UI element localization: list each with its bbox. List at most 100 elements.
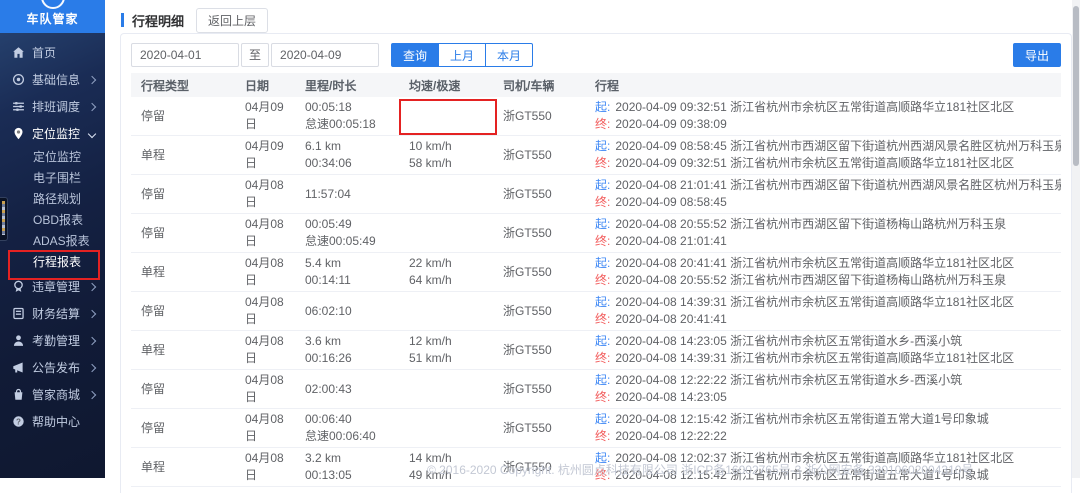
column-header: 里程/时长 (295, 73, 399, 97)
trip-type-cell: 停留 (131, 370, 235, 409)
speed-cell (399, 214, 493, 253)
driver-vehicle-cell: 浙GT550 (493, 331, 585, 370)
chevron-right-icon (88, 309, 96, 317)
copyright-footer: © 2016-2020 Copyright. 杭州圆点科技有限公司 浙ICP备1… (427, 461, 973, 478)
end-address: 2020-04-09 09:38:09 (615, 117, 726, 131)
column-header: 行程 (585, 73, 1061, 97)
sidebar-item-location-monitor[interactable]: 定位监控 (0, 120, 105, 147)
end-address: 2020-04-08 20:41:41 (615, 312, 726, 326)
driver-vehicle-cell: 浙GT550 (493, 136, 585, 175)
scrollbar-thumb[interactable] (1073, 6, 1079, 166)
sidebar-subitem-geo-fence[interactable]: 电子围栏 (0, 168, 105, 189)
date-from-input[interactable] (131, 43, 239, 67)
violation-icon (12, 280, 25, 293)
trip-route-cell: 起:2020-04-08 21:01:41 浙江省杭州市西湖区留下街道杭州西湖风… (585, 175, 1061, 214)
mileage-duration-cell: 02:00:43 (295, 370, 399, 409)
chevron-right-icon (88, 336, 96, 344)
start-label: 起: (595, 256, 610, 270)
sidebar-subitem-route-planning[interactable]: 路径规划 (0, 189, 105, 210)
end-label: 终: (595, 351, 610, 365)
trip-table: 行程类型日期里程/时长均速/极速司机/车辆行程 停留 04月09日 00:05:… (131, 73, 1061, 487)
date-to-input[interactable] (271, 43, 379, 67)
end-label: 终: (595, 273, 610, 287)
chevron-right-icon (88, 363, 96, 371)
end-address: 2020-04-09 09:32:51 浙江省杭州市余杭区五常街道高顺路华立18… (615, 156, 1014, 170)
sidebar-item-finance-settle[interactable]: 财务结算 (0, 300, 105, 327)
title-accent-bar (121, 13, 124, 27)
mileage-duration-cell: 00:05:49怠速00:05:49 (295, 214, 399, 253)
sidebar-item-mall[interactable]: 管家商城 (0, 381, 105, 408)
table-row: 停留 04月09日 00:05:18怠速00:05:18 浙GT550 起:20… (131, 97, 1061, 136)
sidebar-item-label: 管家商城 (32, 386, 89, 403)
sidebar-item-label: 首页 (32, 44, 95, 61)
filter-row: 至 查询 上月 本月 导出 (131, 43, 1061, 67)
speed-cell (399, 409, 493, 448)
sidebar-menu: 首页基础信息排班调度定位监控定位监控电子围栏路径规划OBD报表ADAS报表行程报… (0, 33, 105, 435)
sidebar-subitem-obd-report[interactable]: OBD报表 (0, 210, 105, 231)
chevron-right-icon (88, 75, 96, 83)
trip-type-cell: 停留 (131, 97, 235, 136)
trip-date-cell: 04月08日 (235, 370, 295, 409)
query-button[interactable]: 查询 (391, 43, 439, 67)
sidebar-item-scheduling[interactable]: 排班调度 (0, 93, 105, 120)
sidebar-item-label: 公告发布 (32, 359, 89, 376)
mileage-duration-cell: 06:02:10 (295, 292, 399, 331)
sidebar-subitem-adas-report[interactable]: ADAS报表 (0, 231, 105, 252)
this-month-button[interactable]: 本月 (486, 43, 533, 67)
start-address: 2020-04-08 12:22:22 浙江省杭州市余杭区五常街道水乡-西溪小筑 (615, 373, 962, 387)
mileage-duration-cell: 3.6 km00:16:26 (295, 331, 399, 370)
sidebar-item-home[interactable]: 首页 (0, 39, 105, 66)
svg-text:?: ? (16, 417, 21, 426)
trip-type-cell: 单程 (131, 448, 235, 487)
vertical-scrollbar[interactable] (1072, 0, 1080, 478)
sidebar-item-announcement[interactable]: 公告发布 (0, 354, 105, 381)
sidebar-item-violation-mgmt[interactable]: 违章管理 (0, 273, 105, 300)
help-icon: ? (12, 415, 25, 428)
trip-panel: 至 查询 上月 本月 导出 行程类型日期里程/时长均速/极速司机/车辆行程 停留… (120, 33, 1072, 493)
trip-date-cell: 04月08日 (235, 331, 295, 370)
end-label: 终: (595, 429, 610, 443)
trip-date-cell: 04月08日 (235, 214, 295, 253)
app-name: 车队管家 (0, 10, 105, 27)
start-address: 2020-04-08 20:41:41 浙江省杭州市余杭区五常街道高顺路华立18… (615, 256, 1014, 270)
back-button[interactable]: 返回上层 (196, 8, 268, 33)
table-row: 停留 04月08日 00:06:40怠速00:06:40 浙GT550 起:20… (131, 409, 1061, 448)
trip-route-cell: 起:2020-04-08 14:23:05 浙江省杭州市余杭区五常街道水乡-西溪… (585, 331, 1061, 370)
table-row: 单程 04月08日 3.6 km00:16:26 12 km/h51 km/h … (131, 331, 1061, 370)
sidebar-item-help-center[interactable]: ?帮助中心 (0, 408, 105, 435)
logo-icon (41, 0, 65, 9)
chevron-right-icon (88, 390, 96, 398)
start-label: 起: (595, 178, 610, 192)
mileage-duration-cell: 3.2 km00:13:05 (295, 448, 399, 487)
table-row: 停留 04月08日 06:02:10 浙GT550 起:2020-04-08 1… (131, 292, 1061, 331)
location-icon (12, 127, 25, 140)
speed-cell (399, 97, 493, 136)
speed-cell (399, 370, 493, 409)
trip-route-cell: 起:2020-04-08 20:55:52 浙江省杭州市西湖区留下街道杨梅山路杭… (585, 214, 1061, 253)
mall-icon (12, 388, 25, 401)
trip-type-cell: 停留 (131, 214, 235, 253)
mileage-duration-cell: 5.4 km00:14:11 (295, 253, 399, 292)
page-title: 行程明细 (132, 11, 184, 30)
sidebar-subitem-location-monitor-sub[interactable]: 定位监控 (0, 147, 105, 168)
driver-vehicle-cell: 浙GT550 (493, 292, 585, 331)
export-button[interactable]: 导出 (1013, 43, 1061, 67)
table-row: 停留 04月08日 00:05:49怠速00:05:49 浙GT550 起:20… (131, 214, 1061, 253)
schedule-icon (12, 100, 25, 113)
attendance-icon (12, 334, 25, 347)
end-label: 终: (595, 234, 610, 248)
mileage-duration-cell: 00:06:40怠速00:06:40 (295, 409, 399, 448)
last-month-button[interactable]: 上月 (439, 43, 486, 67)
trip-type-cell: 单程 (131, 253, 235, 292)
chevron-down-icon (88, 129, 96, 137)
trip-type-cell: 单程 (131, 136, 235, 175)
feedback-side-tab[interactable] (0, 197, 8, 241)
sidebar-item-attendance-mgmt[interactable]: 考勤管理 (0, 327, 105, 354)
sidebar-item-basic-info[interactable]: 基础信息 (0, 66, 105, 93)
mileage-duration-cell: 11:57:04 (295, 175, 399, 214)
trip-date-cell: 04月08日 (235, 409, 295, 448)
sidebar-subitem-trip-report[interactable]: 行程报表 (0, 252, 105, 273)
start-label: 起: (595, 295, 610, 309)
driver-vehicle-cell: 浙GT550 (493, 253, 585, 292)
date-range-separator: 至 (241, 43, 269, 67)
